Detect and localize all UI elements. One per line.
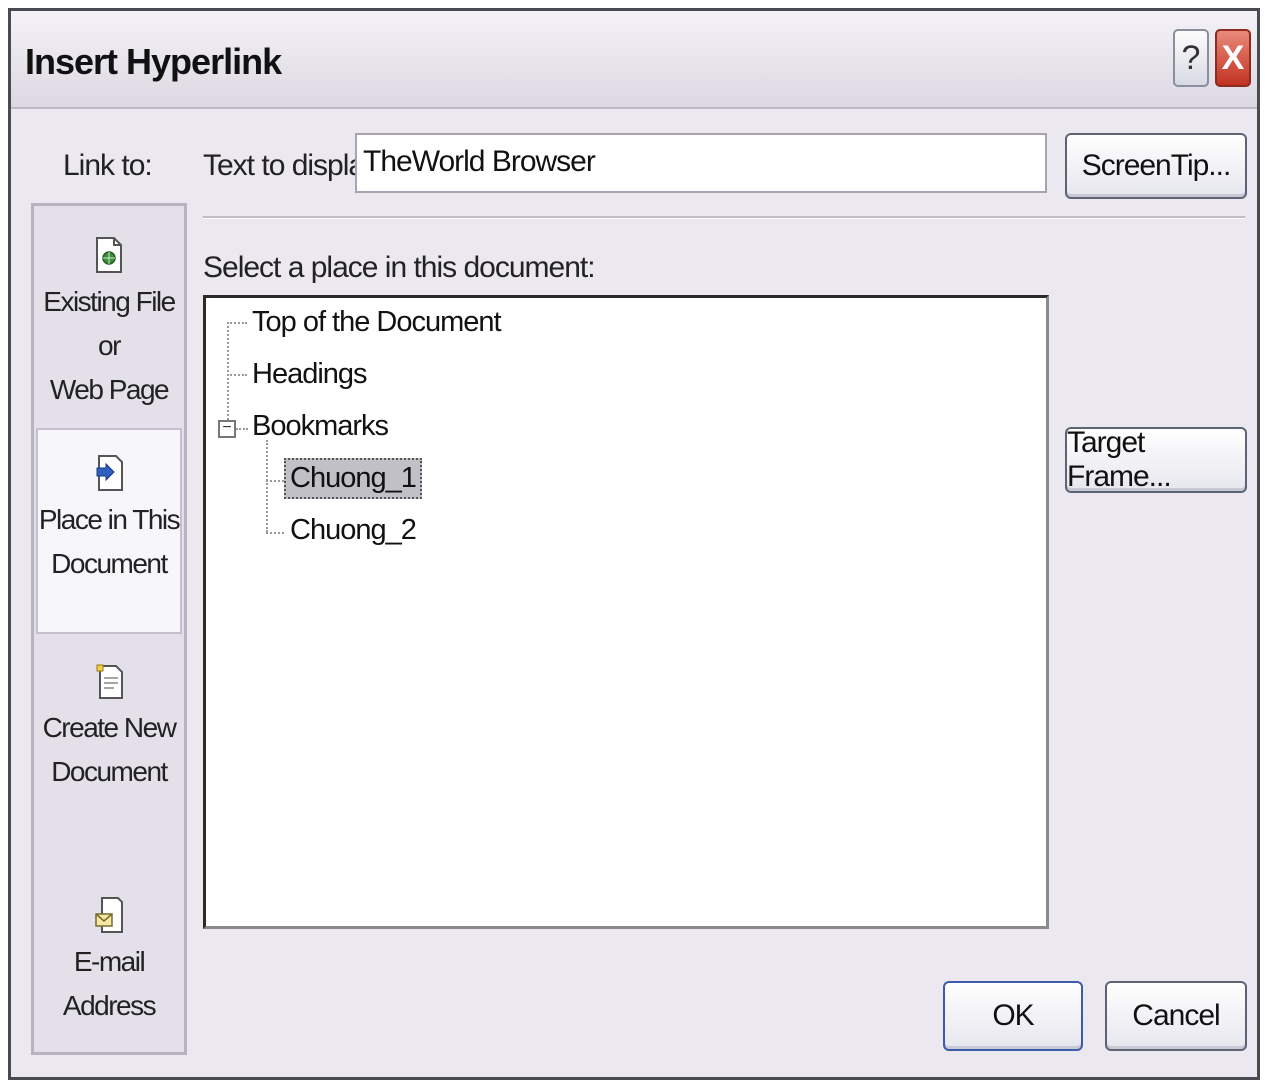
link-to-email-address[interactable]: E-mail Address [34,896,184,1036]
link-to-label: Link to: [63,149,153,182]
tree-item-headings[interactable]: Headings [248,356,371,393]
tree-connector [266,440,268,532]
existing-file-label: Existing File or Web Page [43,286,176,405]
help-icon: ? [1181,38,1201,77]
divider [203,216,1245,219]
tree-connector [227,374,247,376]
place-in-document-label: Place in This Document [38,504,181,579]
link-to-new-document[interactable]: Create New Document [34,662,184,842]
close-button[interactable]: X [1215,29,1251,87]
text-to-display-input[interactable]: TheWorld Browser [355,133,1047,193]
tree-item-bookmark-selected[interactable]: Chuong_1 [284,458,422,499]
target-frame-button[interactable]: Target Frame... [1065,426,1247,493]
ok-button[interactable]: OK [943,981,1083,1051]
insert-hyperlink-dialog: Insert Hyperlink ? X Link to: Existing F… [8,8,1260,1080]
collapse-bookmarks-icon[interactable]: − [218,420,236,438]
tree-connector [227,322,229,420]
link-to-bar: Existing File or Web Page Place in This … [31,203,187,1055]
place-in-document-icon [96,455,123,491]
tree-item-bookmarks[interactable]: Bookmarks [248,408,392,445]
email-address-icon [95,897,123,933]
link-to-existing-file[interactable]: Existing File or Web Page [34,236,184,416]
email-address-label: E-mail Address [62,946,157,1021]
document-place-tree[interactable]: Top of the Document Headings − Bookmarks… [203,295,1049,929]
tree-connector [236,428,248,430]
tree-item-bookmark[interactable]: Chuong_2 [286,512,420,549]
select-place-label: Select a place in this document: [203,251,596,284]
dialog-title: Insert Hyperlink [25,41,282,82]
close-icon: X [1221,38,1245,77]
help-button[interactable]: ? [1173,29,1209,87]
title-bar: Insert Hyperlink ? X [11,11,1257,109]
cancel-button[interactable]: Cancel [1105,981,1247,1051]
tree-connector [227,322,247,324]
tree-connector [266,532,284,534]
tree-connector [266,480,284,482]
existing-file-icon [96,237,122,273]
tree-item-top-of-document[interactable]: Top of the Document [248,304,505,341]
link-to-place-in-document[interactable]: Place in This Document [36,428,182,634]
new-document-label: Create New Document [42,712,177,787]
new-document-icon [96,664,123,699]
screentip-button[interactable]: ScreenTip... [1065,133,1247,199]
